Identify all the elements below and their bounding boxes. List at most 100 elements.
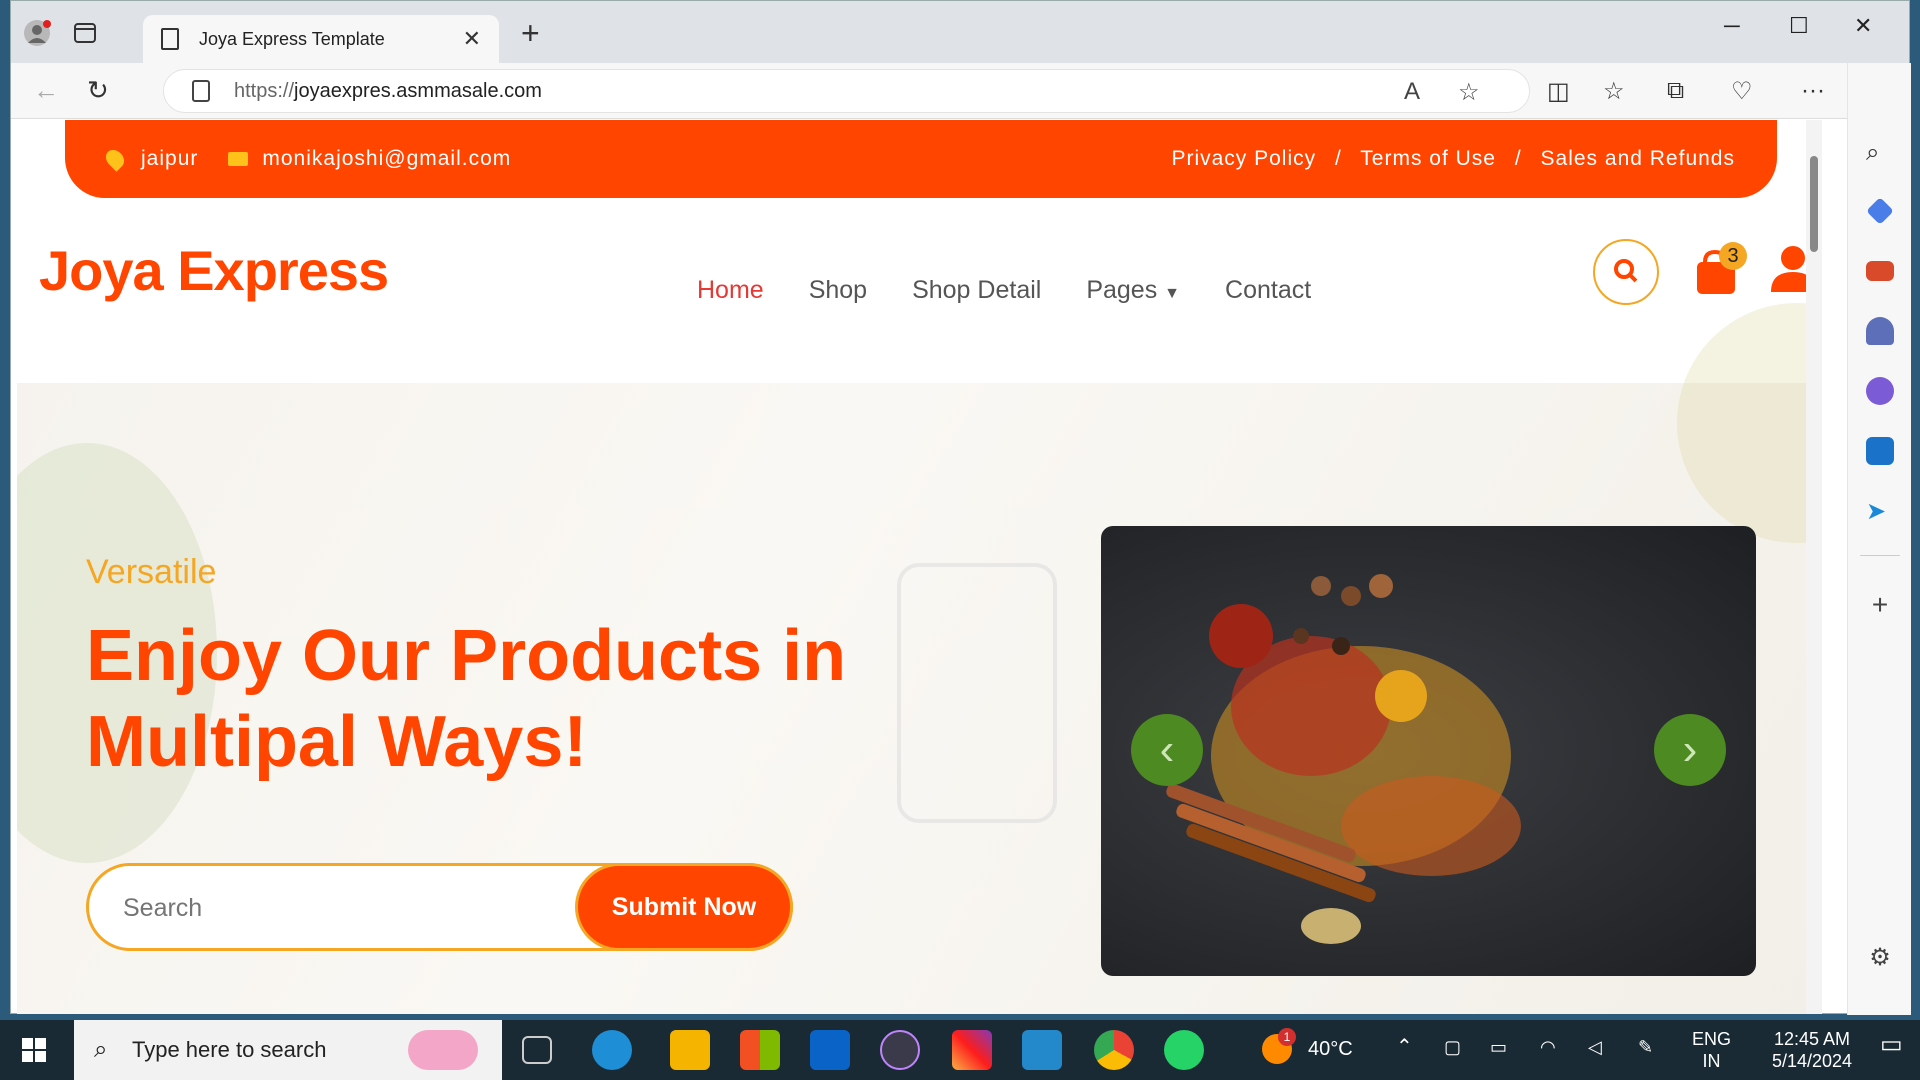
- carousel-prev-button[interactable]: ‹: [1131, 714, 1203, 786]
- outlook-icon[interactable]: [1866, 437, 1894, 465]
- collections-icon[interactable]: ⧉: [1667, 77, 1684, 105]
- taskbar-search-icon: ⌕: [94, 1036, 108, 1063]
- hero-carousel-image: ‹ ›: [1101, 526, 1756, 976]
- new-tab-icon[interactable]: +: [521, 15, 540, 52]
- edge-icon[interactable]: [592, 1030, 632, 1070]
- notifications-icon[interactable]: ▭: [1880, 1033, 1903, 1057]
- browser-sidebar: ⌕ ➤ + ⚙: [1847, 63, 1911, 1015]
- weather-badge: 1: [1278, 1028, 1296, 1046]
- contact-topbar: jaipur monikajoshi@gmail.com Privacy Pol…: [65, 120, 1777, 198]
- favorites-icon[interactable]: ☆: [1603, 77, 1625, 106]
- chevron-right-icon: ›: [1682, 725, 1698, 774]
- whatsapp-icon[interactable]: [1164, 1030, 1204, 1070]
- hero-search-input[interactable]: [123, 886, 543, 930]
- microsoft365-icon[interactable]: [1866, 377, 1894, 405]
- envelope-icon: [228, 152, 249, 166]
- search-button[interactable]: [1593, 239, 1659, 305]
- weather-temp[interactable]: 40°C: [1308, 1038, 1353, 1060]
- tab-strip: Joya Express Template ✕ + ─ ☐ ✕: [11, 1, 1909, 63]
- address-row: ← ↻ https:// joyaexpres.asmmasale.com A …: [11, 63, 1909, 119]
- nav-pages[interactable]: Pages ▼: [1086, 276, 1180, 305]
- maximize-icon[interactable]: ☐: [1789, 13, 1809, 39]
- cart-button[interactable]: 3: [1693, 242, 1747, 303]
- chevron-left-icon: ‹: [1159, 725, 1175, 774]
- hero-headline: Enjoy Our Products in Multipal Ways!: [86, 616, 847, 782]
- more-icon[interactable]: ···: [1801, 77, 1825, 105]
- meet-now-icon[interactable]: ▢: [1444, 1036, 1461, 1058]
- media-player-icon[interactable]: [880, 1030, 920, 1070]
- task-view-icon[interactable]: [522, 1036, 552, 1064]
- web-page: jaipur monikajoshi@gmail.com Privacy Pol…: [17, 120, 1822, 1014]
- tab-actions-icon[interactable]: [71, 19, 99, 47]
- site-logo[interactable]: Joya Express: [39, 238, 389, 303]
- wifi-icon[interactable]: ◠: [1540, 1036, 1556, 1058]
- sidebar-divider: [1860, 555, 1900, 556]
- tab-active[interactable]: Joya Express Template ✕: [143, 15, 499, 63]
- language-code: ENG: [1692, 1029, 1732, 1049]
- site-header: Joya Express Home Shop Shop Detail Pages…: [17, 198, 1822, 383]
- sales-refunds-link[interactable]: Sales and Refunds: [1541, 147, 1735, 170]
- tools-icon[interactable]: [1866, 261, 1894, 281]
- nav-home[interactable]: Home: [697, 276, 764, 305]
- windows-start-icon[interactable]: [22, 1038, 46, 1067]
- url-protocol: https://: [234, 79, 295, 102]
- volume-icon[interactable]: ◁: [1588, 1036, 1602, 1058]
- windows-taskbar: ⌕ Type here to search 1 40°C ⌃ ▢ ▭ ◠ ◁ ✎…: [0, 1020, 1920, 1080]
- weather-sun-icon[interactable]: 1: [1262, 1028, 1296, 1064]
- url-host: joyaexpres.asmmasale.com: [294, 79, 542, 102]
- email-text: monikajoshi@gmail.com: [262, 147, 512, 170]
- split-screen-icon[interactable]: ◫: [1547, 77, 1570, 106]
- nav-pages-label: Pages: [1086, 276, 1158, 304]
- nav-shop[interactable]: Shop: [809, 276, 867, 305]
- nav-shop-detail[interactable]: Shop Detail: [912, 276, 1041, 305]
- address-bar[interactable]: https:// joyaexpres.asmmasale.com A ☆: [163, 69, 1530, 113]
- terms-of-use-link[interactable]: Terms of Use: [1360, 147, 1496, 170]
- back-icon[interactable]: ←: [33, 75, 59, 106]
- close-tab-icon[interactable]: ✕: [463, 26, 481, 52]
- mail-icon[interactable]: [810, 1030, 850, 1070]
- submit-now-button[interactable]: Submit Now: [575, 863, 793, 951]
- language-indicator[interactable]: ENG IN: [1692, 1028, 1731, 1072]
- clock[interactable]: 12:45 AM 5/14/2024: [1752, 1028, 1872, 1072]
- read-aloud-icon[interactable]: A: [1404, 78, 1420, 106]
- page-scrollbar[interactable]: [1806, 120, 1822, 1014]
- hero-kicker: Versatile: [86, 553, 217, 591]
- nav-contact[interactable]: Contact: [1225, 276, 1311, 305]
- refresh-icon[interactable]: ↻: [87, 75, 109, 106]
- browser-window: Joya Express Template ✕ + ─ ☐ ✕ ← ↻ http…: [10, 0, 1911, 1015]
- add-sidebar-icon[interactable]: +: [1866, 589, 1894, 620]
- show-hidden-icons-icon[interactable]: ⌃: [1396, 1036, 1413, 1058]
- shopping-tag-icon[interactable]: [1866, 197, 1894, 225]
- carousel-next-button[interactable]: ›: [1654, 714, 1726, 786]
- page-icon: [161, 28, 179, 50]
- battery-icon[interactable]: ▭: [1490, 1036, 1507, 1058]
- tab-title: Joya Express Template: [199, 28, 385, 49]
- microsoft-store-icon[interactable]: [740, 1030, 780, 1070]
- privacy-policy-link[interactable]: Privacy Policy: [1171, 147, 1316, 170]
- games-icon[interactable]: [1866, 317, 1894, 345]
- lock-icon[interactable]: [192, 80, 210, 102]
- close-window-icon[interactable]: ✕: [1854, 13, 1872, 39]
- hero-search-form: Submit Now: [86, 863, 793, 951]
- sidebar-search-icon[interactable]: ⌕: [1866, 139, 1894, 167]
- favorite-star-icon[interactable]: ☆: [1458, 78, 1480, 107]
- taskbar-search-text: Type here to search: [132, 1037, 327, 1062]
- browser-essentials-icon[interactable]: ♡: [1731, 77, 1753, 106]
- file-explorer-icon[interactable]: [670, 1030, 710, 1070]
- bg-phone-image: [897, 563, 1057, 823]
- sidebar-settings-icon[interactable]: ⚙: [1866, 943, 1894, 971]
- link-separator: /: [1334, 147, 1342, 170]
- region-code: IN: [1702, 1051, 1721, 1071]
- vscode-icon[interactable]: [1022, 1030, 1062, 1070]
- pen-icon[interactable]: ✎: [1638, 1036, 1653, 1058]
- minimize-icon[interactable]: ─: [1724, 13, 1740, 39]
- main-nav: Home Shop Shop Detail Pages ▼ Contact: [697, 276, 1311, 305]
- cart-count-badge: 3: [1719, 242, 1747, 270]
- chrome-icon[interactable]: [1094, 1030, 1134, 1070]
- scrollbar-thumb[interactable]: [1810, 156, 1818, 252]
- taskbar-search[interactable]: ⌕ Type here to search: [74, 1020, 502, 1080]
- policy-links: Privacy Policy / Terms of Use / Sales an…: [1171, 147, 1735, 171]
- profile-icon[interactable]: [23, 19, 51, 47]
- instagram-icon[interactable]: [952, 1030, 992, 1070]
- send-icon[interactable]: ➤: [1866, 497, 1894, 525]
